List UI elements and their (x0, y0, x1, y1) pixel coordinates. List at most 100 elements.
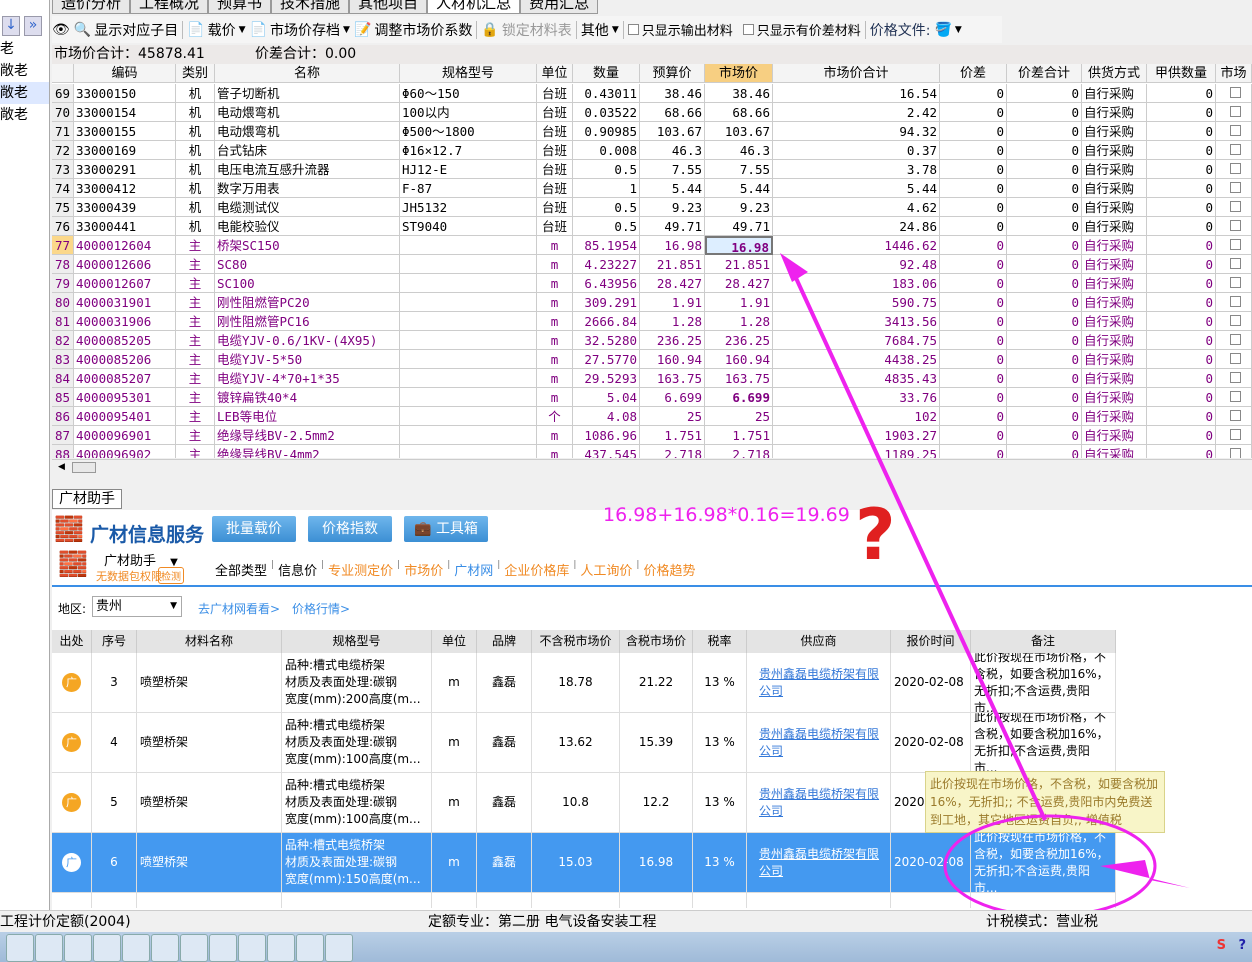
checkbox[interactable] (1230, 144, 1241, 155)
market-price[interactable]: 16.98 (705, 236, 773, 255)
supplier-link[interactable]: 贵州鑫磊电缆桥架有限公司 (759, 666, 887, 700)
column-header[interactable]: 名称 (215, 64, 400, 83)
column-header[interactable] (52, 64, 74, 83)
table-row[interactable] (52, 893, 1117, 908)
network-icon[interactable] (180, 934, 208, 962)
column-header[interactable]: 预算价 (640, 64, 705, 83)
arrow-down-icon[interactable]: ↓ (2, 16, 20, 36)
checkbox[interactable] (1230, 448, 1241, 458)
market-price[interactable]: 163.75 (705, 369, 773, 388)
table-row[interactable]: 88 4000096902 主绝缘导线BV-4mm2 m 437.545 2.718 2.7… (52, 445, 1252, 458)
table-row[interactable]: 76 33000441 机电能校验仪 ST9040 台班 0.5 49.71 49.71 24.… (52, 217, 1252, 236)
scroll-left-icon[interactable]: ◀ (58, 462, 65, 472)
checkbox[interactable] (1230, 296, 1241, 307)
supplier-link[interactable]: 贵州鑫磊电缆桥架有限公司 (759, 726, 887, 760)
image-icon[interactable] (209, 934, 237, 962)
toolbox-button[interactable]: 💼 工具箱 (404, 516, 488, 542)
table-row[interactable]: 71 33000155 机电动煨弯机 Φ500～1800 台班 0.90985 103.67… (52, 122, 1252, 141)
column-header[interactable]: 规格型号 (282, 630, 432, 653)
market-price[interactable]: 21.851 (705, 255, 773, 274)
source-guangcai-icon[interactable]: 广 (62, 793, 81, 812)
category-link[interactable]: 企业价格库 (504, 560, 569, 579)
tab-4[interactable]: 其他项目 (349, 0, 428, 14)
market-checkbox[interactable] (1216, 426, 1252, 445)
table-row[interactable]: 83 4000085206 主电缆YJV-5*50 m 27.5770 160.94 160… (52, 350, 1252, 369)
market-checkbox[interactable] (1216, 255, 1252, 274)
checkbox[interactable] (1230, 125, 1241, 136)
market-checkbox[interactable] (1216, 84, 1252, 103)
table-row[interactable]: 78 4000012606 主 SC80 m 4.23227 21.851 21.851 92.… (52, 255, 1252, 274)
market-price[interactable]: 38.46 (705, 84, 773, 103)
checkbox[interactable] (1230, 391, 1241, 402)
sogou-icon[interactable] (151, 934, 179, 962)
market-checkbox[interactable] (1216, 388, 1252, 407)
load-price-button[interactable]: 📄 载价 ▼ (187, 20, 245, 40)
region-select[interactable]: 贵州 ▼ (92, 596, 182, 617)
only-output-checkbox[interactable]: 只显示输出材料 (627, 20, 733, 39)
market-checkbox[interactable] (1216, 407, 1252, 426)
horizontal-scrollbar[interactable]: ◀ (52, 459, 1252, 475)
table-row[interactable]: 81 4000031906 主刚性阻燃管PC16 m 2666.84 1.28 1.28 34… (52, 312, 1252, 331)
market-price[interactable]: 103.67 (705, 122, 773, 141)
checkbox[interactable] (1230, 353, 1241, 364)
tab-1[interactable]: 工程概况 (130, 0, 209, 14)
checkbox[interactable] (1230, 220, 1241, 231)
table-row[interactable]: 84 4000085207 主电缆YJV-4*70+1*35 m 29.5293 163.… (52, 369, 1252, 388)
market-price[interactable]: 25 (705, 407, 773, 426)
market-checkbox[interactable] (1216, 122, 1252, 141)
column-header[interactable]: 不含税市场价 (532, 630, 620, 653)
checkbox[interactable] (1230, 163, 1241, 174)
checkbox[interactable] (1230, 410, 1241, 421)
market-checkbox[interactable] (1216, 103, 1252, 122)
folder-icon[interactable] (6, 934, 34, 962)
checkbox[interactable] (1230, 201, 1241, 212)
column-header[interactable]: 市场价 (705, 64, 773, 83)
checkbox[interactable] (1230, 372, 1241, 383)
column-header[interactable]: 市场价合计 (773, 64, 940, 83)
market-price[interactable]: 46.3 (705, 141, 773, 160)
market-checkbox[interactable] (1216, 312, 1252, 331)
checkbox[interactable] (1230, 429, 1241, 440)
other-menu[interactable]: 其他 ▼ (581, 20, 619, 40)
source-guangcai-icon[interactable]: 广 (62, 733, 81, 752)
market-price[interactable]: 28.427 (705, 274, 773, 293)
show-sub-button[interactable]: 🔍 显示对应子目 (74, 20, 178, 40)
supplier-link[interactable]: 贵州鑫磊电缆桥架有限公司 (759, 786, 887, 820)
column-header[interactable]: 单位 (432, 630, 477, 653)
price-file-button[interactable]: 🪣 ▼ (934, 22, 961, 38)
help-icon[interactable]: ? (1238, 938, 1246, 953)
column-header[interactable]: 供应商 (747, 630, 891, 653)
adjust-coefficient-button[interactable]: 📝 调整市场价系数 (354, 20, 472, 40)
market-checkbox[interactable] (1216, 274, 1252, 293)
column-header[interactable]: 出处 (52, 630, 92, 653)
column-header[interactable]: 价差合计 (1007, 64, 1082, 83)
market-price[interactable]: 68.66 (705, 103, 773, 122)
column-header[interactable]: 类别 (176, 64, 215, 83)
column-header[interactable]: 报价时间 (891, 630, 971, 653)
table-row[interactable]: 75 33000439 机电缆测试仪 JH5132 台班 0.5 9.23 9.23 4.62 0… (52, 198, 1252, 217)
tab-guangcai-assistant[interactable]: 广材助手 (52, 489, 122, 509)
tab-3[interactable]: 技术措施 (271, 0, 350, 14)
column-header[interactable]: 备注 (971, 630, 1116, 653)
lock-material-button[interactable]: 🔒 锁定材料表 (481, 20, 571, 40)
help-icon[interactable] (64, 934, 92, 962)
table-row[interactable]: 73 33000291 机电压电流互感升流器 HJ12-E 台班 0.5 7.55 7.55 3… (52, 160, 1252, 179)
browser-icon[interactable] (93, 934, 121, 962)
sidebar-item[interactable]: 老 (0, 38, 49, 60)
wps-icon[interactable] (35, 934, 63, 962)
g-icon[interactable] (238, 934, 266, 962)
market-checkbox[interactable] (1216, 217, 1252, 236)
market-price[interactable]: 236.25 (705, 331, 773, 350)
column-header[interactable]: 序号 (92, 630, 137, 653)
market-price[interactable]: 7.55 (705, 160, 773, 179)
column-header[interactable]: 材料名称 (137, 630, 282, 653)
market-price[interactable]: 1.91 (705, 293, 773, 312)
market-price[interactable]: 1.28 (705, 312, 773, 331)
table-row[interactable]: 86 4000095401 主 LEB等电位个 4.08 25 25 102 0 0 自行采购 0 (52, 407, 1252, 426)
price-market-link[interactable]: 价格行情> (292, 600, 350, 617)
category-link[interactable]: 全部类型 (215, 560, 267, 579)
sogou-input-icon[interactable]: S (1217, 938, 1226, 953)
binoculars-icon[interactable]: 👁 (52, 22, 70, 38)
scroll-thumb[interactable] (72, 462, 96, 473)
a-icon[interactable] (296, 934, 324, 962)
